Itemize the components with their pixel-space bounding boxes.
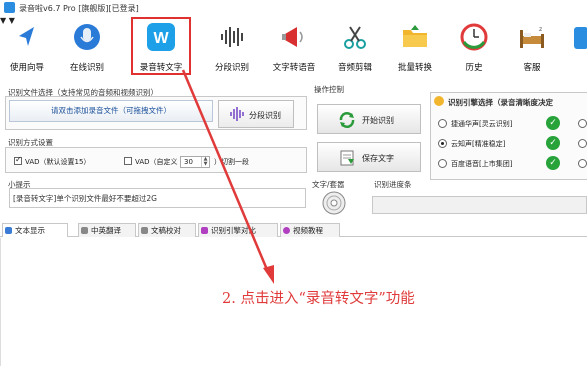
check-circle-icon: ✓ bbox=[546, 156, 560, 170]
toolbar-guide-button[interactable]: 使用向导 bbox=[2, 16, 52, 76]
toolbar-history-button[interactable]: 历史 bbox=[448, 16, 500, 76]
folder-icon bbox=[403, 25, 427, 47]
tab-strip: 文本显示 中英翻译 文稿校对 识别引擎对比 视频教程 bbox=[0, 223, 587, 237]
toolbar-support-button[interactable]: z 客服 bbox=[506, 16, 558, 76]
list-icon bbox=[81, 227, 88, 234]
vad-suffix-label: ）切割一段 bbox=[214, 158, 249, 166]
title-bar: 录音啦v6.7 Pro [旗舰版][已登录] bbox=[0, 0, 587, 16]
tip-box: [录音转文字]单个识别文件最好不要超过2G bbox=[9, 188, 306, 208]
text-icon bbox=[5, 227, 12, 234]
operation-title: 操作控制 bbox=[314, 85, 344, 94]
bed-icon: z bbox=[520, 26, 544, 48]
add-file-button[interactable]: 请双击添加录音文件（可拖拽文件） bbox=[9, 100, 213, 122]
check-circle-icon: ✓ bbox=[546, 136, 560, 150]
text-pad-title: 文字/套嚣 bbox=[312, 180, 345, 189]
recognition-progress-bar bbox=[372, 196, 587, 214]
app-icon bbox=[4, 2, 15, 13]
segment-recognize-button[interactable]: 分段识别 bbox=[218, 100, 294, 128]
stepper-arrows-icon[interactable]: ▲ ▼ bbox=[201, 157, 209, 167]
engine-radio-extra-2[interactable] bbox=[578, 139, 587, 148]
toolbar-batch-convert-button[interactable]: 批量转换 bbox=[388, 16, 442, 76]
tip-text: [录音转文字]单个识别文件最好不要超过2G bbox=[13, 194, 157, 203]
vad-custom-label: VAD（自定义 bbox=[135, 158, 178, 166]
toolbar-online-recognize-button[interactable]: 在线识别 bbox=[58, 16, 116, 76]
vad-custom-checkbox[interactable] bbox=[124, 157, 132, 165]
main-toolbar: 使用向导 在线识别 ▼ W 录音转文字 ▼ 分段识别 文字转语音 音频剪辑 批量… bbox=[0, 16, 587, 76]
tab-video-tutorial[interactable]: 视频教程 bbox=[280, 223, 340, 237]
start-recognize-button[interactable]: 开始识别 bbox=[317, 104, 421, 134]
play-icon bbox=[283, 227, 290, 234]
tab-text-display[interactable]: 文本显示 bbox=[2, 223, 68, 237]
engine-label-baidu: 百度语音[上市集团] bbox=[451, 160, 513, 168]
check-circle-icon: ✓ bbox=[546, 116, 560, 130]
waveform-icon bbox=[230, 107, 244, 121]
tab-proofread[interactable]: 文稿校对 bbox=[138, 223, 196, 237]
vad-seconds-stepper[interactable]: 30 ▲ ▼ bbox=[180, 156, 210, 168]
refresh-icon bbox=[339, 112, 355, 128]
more-tool-icon[interactable] bbox=[572, 24, 587, 54]
disc-icon[interactable] bbox=[321, 190, 347, 216]
toolbar-audio-edit-button[interactable]: 音频剪辑 bbox=[328, 16, 382, 76]
bulb-icon bbox=[434, 96, 444, 106]
navigation-arrow-icon bbox=[19, 27, 34, 46]
toolbar-tts-button[interactable]: 文字转语音 bbox=[265, 16, 323, 76]
clock-gauge-icon bbox=[460, 23, 488, 51]
engine-radio-baidu[interactable] bbox=[438, 159, 447, 168]
svg-text:z: z bbox=[539, 26, 542, 33]
progress-title: 识别进度条 bbox=[374, 180, 412, 189]
tab-translate[interactable]: 中英翻译 bbox=[78, 223, 136, 237]
vad-default-checkbox[interactable] bbox=[14, 155, 22, 165]
toolbar-segment-button[interactable]: 分段识别 bbox=[205, 16, 259, 76]
engine-label-jietong: 捷通华声[灵云识别] bbox=[451, 120, 513, 128]
engine-radio-extra-3[interactable] bbox=[578, 159, 587, 168]
list-icon bbox=[141, 227, 148, 234]
microphone-icon bbox=[74, 24, 100, 50]
engine-label-yunzhisheng: 云知声[精准稳定] bbox=[451, 140, 506, 148]
vad-default-label: VAD（默认设置15） bbox=[25, 158, 91, 166]
engine-radio-jietong[interactable] bbox=[438, 119, 447, 128]
save-document-icon bbox=[340, 150, 354, 166]
tab-engine-compare[interactable]: 识别引擎对比 bbox=[198, 223, 278, 237]
engine-radio-extra-1[interactable] bbox=[578, 119, 587, 128]
compare-icon bbox=[201, 227, 208, 234]
highlight-frame bbox=[131, 17, 191, 75]
annotation-text: 2. 点击进入“录音转文字”功能 bbox=[222, 291, 415, 307]
waveform-icon bbox=[221, 27, 243, 47]
save-text-button[interactable]: 保存文字 bbox=[317, 142, 421, 172]
megaphone-icon bbox=[282, 27, 303, 47]
scissors-icon bbox=[344, 26, 366, 49]
engine-title: 识别引擎选择（录音清晰度决定 bbox=[448, 98, 553, 107]
window-title: 录音啦v6.7 Pro [旗舰版][已登录] bbox=[19, 4, 139, 13]
engine-radio-yunzhisheng[interactable] bbox=[438, 139, 447, 148]
